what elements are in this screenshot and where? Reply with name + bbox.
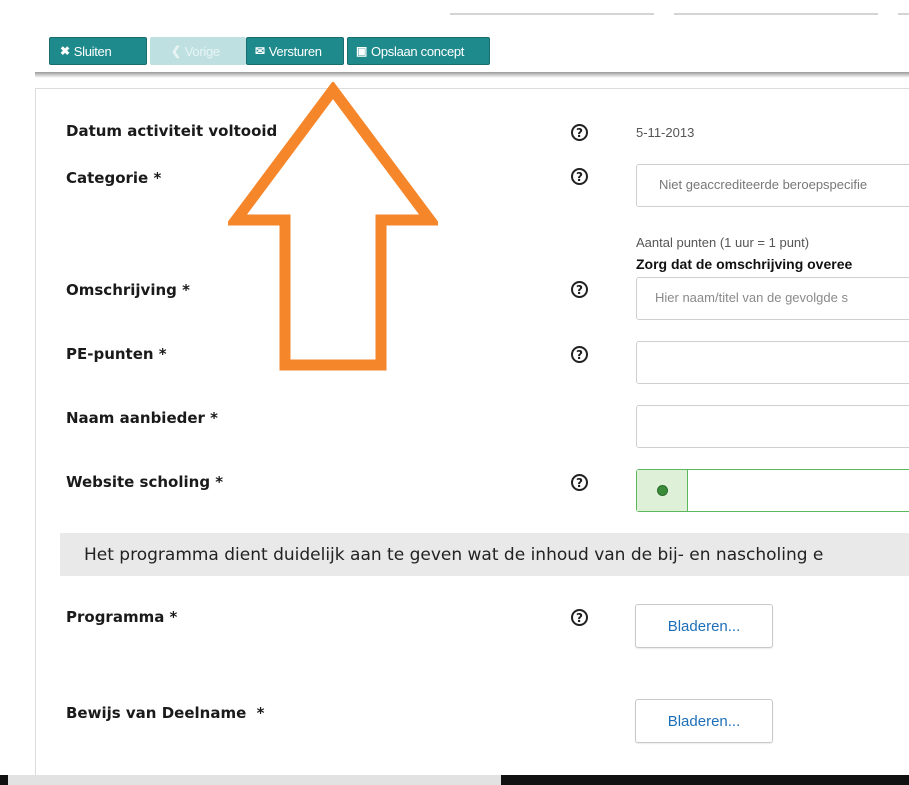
toolbar-shadow (35, 72, 909, 78)
points-hint: Aantal punten (1 uur = 1 punt) (636, 235, 810, 250)
category-select[interactable]: Niet geaccrediteerde beroepspecifie (636, 164, 909, 207)
help-circle-icon[interactable]: ? (571, 168, 588, 185)
help-circle-icon[interactable]: ? (571, 124, 588, 141)
description-label: Omschrijving * (66, 281, 190, 299)
bottom-bar-left (0, 775, 8, 785)
pe-points-label: PE-punten * (66, 345, 167, 363)
provider-input[interactable] (636, 405, 909, 448)
help-circle-icon[interactable]: ? (571, 281, 588, 298)
info-banner: Het programma dient duidelijk aan te gev… (60, 533, 909, 576)
provider-label: Naam aanbieder * (66, 409, 218, 427)
save-draft-button[interactable]: ▣ Opslaan concept (347, 37, 490, 65)
description-input[interactable]: Hier naam/titel van de gevolgde s (636, 277, 909, 320)
send-button[interactable]: ✉ Versturen (246, 37, 344, 65)
toolbar: ✖ Sluiten ❮ Vorige ✉ Versturen ▣ Opslaan… (49, 37, 490, 65)
close-icon: ✖ (60, 44, 70, 58)
website-input[interactable] (636, 469, 909, 512)
description-hint: Zorg dat de omschrijving overee (636, 256, 853, 272)
proof-label: Bewijs van Deelname * (66, 704, 265, 722)
program-label: Programma * (66, 608, 178, 626)
chevron-left-icon: ❮ (171, 44, 181, 58)
top-divider-mid (674, 13, 878, 15)
info-banner-text: Het programma dient duidelijk aan te gev… (84, 544, 824, 565)
prev-button[interactable]: ❮ Vorige (150, 37, 246, 65)
pe-points-input[interactable] (636, 341, 909, 384)
category-label: Categorie * (66, 169, 162, 187)
help-circle-icon[interactable]: ? (571, 609, 588, 626)
bottom-bar-right (501, 775, 909, 785)
help-circle-icon[interactable]: ? (571, 346, 588, 363)
arrow-up-icon (228, 82, 438, 371)
description-input-placeholder: Hier naam/titel van de gevolgde s (655, 290, 848, 305)
top-divider-left (450, 13, 654, 15)
help-circle-icon[interactable]: ? (571, 474, 588, 491)
close-button[interactable]: ✖ Sluiten (49, 37, 147, 65)
top-divider-right (898, 13, 909, 15)
send-button-label: Versturen (268, 43, 322, 59)
website-label: Website scholing * (66, 473, 224, 491)
envelope-icon: ✉ (255, 44, 265, 58)
prev-button-label: Vorige (184, 43, 220, 59)
date-value: 5-11-2013 (636, 125, 695, 140)
proof-browse-button[interactable]: Bladeren... (635, 699, 773, 743)
website-addon (637, 470, 688, 511)
close-button-label: Sluiten (73, 43, 112, 59)
save-draft-button-label: Opslaan concept (371, 43, 465, 59)
program-browse-button[interactable]: Bladeren... (635, 604, 773, 648)
category-select-value: Niet geaccrediteerde beroepspecifie (659, 177, 868, 192)
horizontal-scrollbar[interactable] (8, 775, 501, 785)
globe-icon (656, 485, 668, 496)
floppy-disk-icon: ▣ (356, 44, 368, 58)
